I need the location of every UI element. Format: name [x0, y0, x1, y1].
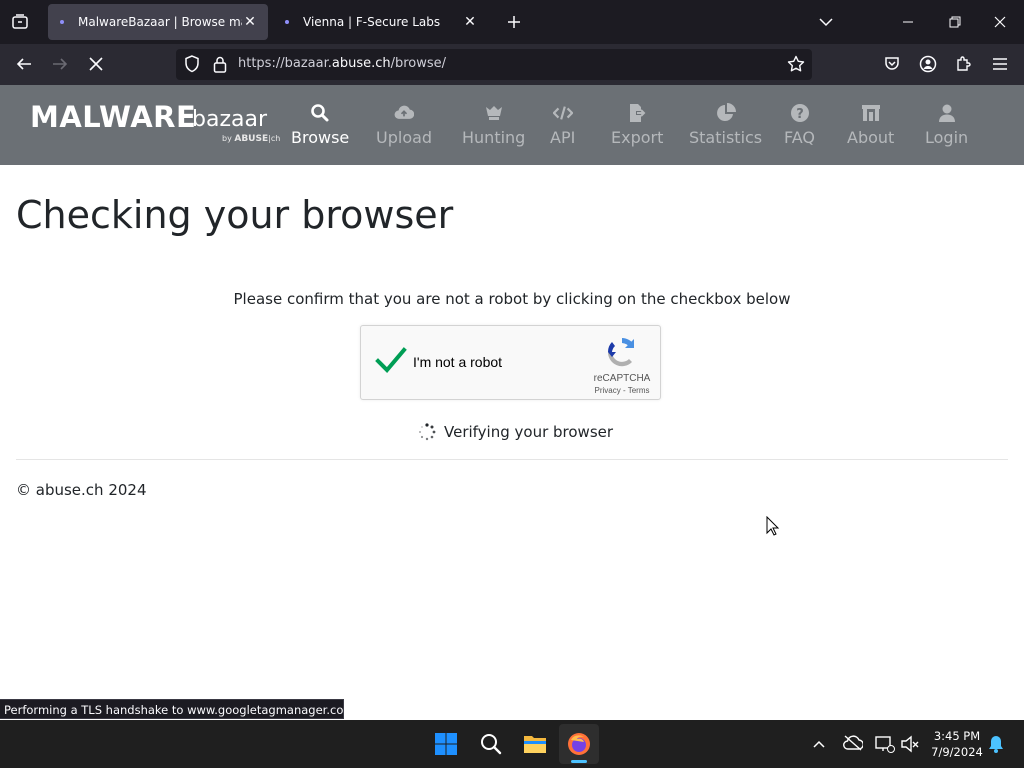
- captcha-instruction: Please confirm that you are not a robot …: [233, 290, 791, 308]
- url-prefix: https://bazaar.: [238, 56, 332, 71]
- nav-faq[interactable]: ? FAQ: [784, 103, 815, 147]
- tab-title: Vienna | F-Secure Labs: [303, 15, 441, 29]
- stop-loading-icon[interactable]: [86, 54, 106, 74]
- nav-api[interactable]: API: [550, 103, 575, 147]
- new-tab-icon[interactable]: [504, 12, 524, 32]
- back-icon[interactable]: [14, 54, 34, 74]
- recaptcha-brand: reCAPTCHA: [593, 373, 651, 384]
- network-icon[interactable]: [875, 735, 895, 753]
- search-icon: [311, 104, 329, 122]
- recaptcha-checkbox[interactable]: [375, 346, 409, 380]
- clock-time: 3:45 PM: [933, 729, 981, 743]
- volume-muted-icon[interactable]: [900, 735, 920, 753]
- active-app-indicator: [571, 760, 587, 763]
- cloud-offline-icon[interactable]: [843, 735, 864, 753]
- nav-hunting[interactable]: Hunting: [462, 103, 525, 147]
- pocket-icon[interactable]: [882, 54, 902, 74]
- nav-label: Browse: [291, 128, 350, 147]
- logo-ch-text: |ch: [268, 134, 281, 143]
- page-title: Checking your browser: [16, 193, 454, 237]
- tab-loading-icon: [285, 20, 289, 24]
- taskbar-search-icon[interactable]: [480, 733, 502, 755]
- logo-byline: by ABUSE|ch: [222, 134, 280, 144]
- pie-chart-icon: [716, 103, 736, 121]
- windows-start-icon[interactable]: [435, 733, 457, 755]
- browser-status-bar: Performing a TLS handshake to www.google…: [0, 699, 344, 719]
- close-window-icon[interactable]: [990, 12, 1010, 32]
- shield-icon[interactable]: [182, 54, 202, 74]
- restore-icon[interactable]: [945, 12, 965, 32]
- recaptcha-privacy-terms[interactable]: Privacy - Terms: [587, 386, 657, 395]
- close-tab-icon[interactable]: ✕: [462, 14, 478, 30]
- nav-label: API: [550, 128, 576, 147]
- spinner-icon: [419, 423, 436, 441]
- nav-statistics[interactable]: Statistics: [689, 103, 762, 147]
- bookmark-star-icon[interactable]: [786, 54, 806, 74]
- extensions-icon[interactable]: [954, 54, 974, 74]
- logo-malware[interactable]: MALWARE: [30, 100, 196, 134]
- account-icon[interactable]: [918, 54, 938, 74]
- logo-by-text: by: [222, 134, 232, 143]
- verifying-status: Verifying your browser: [418, 423, 613, 441]
- windows-taskbar: [0, 720, 1024, 768]
- verifying-text: Verifying your browser: [444, 423, 614, 441]
- logo-abuse-text: ABUSE: [234, 134, 269, 144]
- firefox-icon: [568, 733, 590, 755]
- recaptcha-logo-icon: [605, 335, 639, 369]
- user-icon: [938, 104, 955, 122]
- footer-copyright: © abuse.ch 2024: [16, 481, 147, 499]
- clock-date: 7/9/2024: [931, 745, 983, 759]
- taskbar-clock[interactable]: 3:45 PM 7/9/2024: [926, 728, 988, 760]
- taskbar-firefox-button[interactable]: [559, 724, 599, 764]
- list-all-tabs-icon[interactable]: [816, 12, 836, 32]
- code-icon: [552, 106, 573, 120]
- tab-vienna[interactable]: Vienna | F-Secure Labs ✕: [273, 4, 488, 40]
- tab-malwarebazaar[interactable]: MalwareBazaar | Browse malwa ✕: [48, 4, 268, 40]
- mouse-cursor-icon: [766, 515, 780, 536]
- forward-icon[interactable]: [50, 54, 70, 74]
- nav-browse[interactable]: Browse: [291, 103, 349, 147]
- checkmark-icon: [375, 347, 407, 373]
- nav-export[interactable]: Export: [611, 103, 663, 147]
- content-divider: [16, 459, 1008, 460]
- nav-upload[interactable]: Upload: [376, 103, 432, 147]
- file-explorer-icon[interactable]: [523, 733, 547, 755]
- notification-bell-icon[interactable]: [988, 735, 1006, 753]
- file-export-icon: [630, 104, 646, 122]
- hunting-icon: [485, 106, 502, 120]
- minimize-icon[interactable]: [898, 12, 918, 32]
- nav-about[interactable]: About: [847, 103, 894, 147]
- building-icon: [861, 105, 880, 121]
- tab-list-icon[interactable]: [10, 12, 30, 32]
- nav-label: Upload: [376, 128, 433, 147]
- tab-loading-icon: [60, 20, 64, 24]
- nav-label: About: [847, 128, 895, 147]
- nav-label: Login: [925, 128, 969, 147]
- question-icon: ?: [790, 104, 809, 122]
- recaptcha-label: I'm not a robot: [413, 354, 503, 370]
- show-hidden-icons-icon[interactable]: [812, 736, 828, 752]
- url-path: /browse/: [390, 56, 447, 71]
- lock-icon[interactable]: [210, 54, 230, 74]
- close-tab-icon[interactable]: ✕: [242, 14, 258, 30]
- logo-bazaar[interactable]: bazaar: [192, 107, 267, 132]
- tab-title: MalwareBazaar | Browse malwa: [78, 15, 242, 29]
- nav-login[interactable]: Login: [925, 103, 968, 147]
- nav-label: Hunting: [462, 128, 526, 147]
- url-domain: abuse.ch: [331, 56, 391, 71]
- nav-label: FAQ: [784, 128, 815, 147]
- svg-text:?: ?: [796, 107, 804, 122]
- nav-label: Export: [611, 128, 664, 147]
- recaptcha-widget[interactable]: I'm not a robot reCAPTCHA Privacy - Term…: [360, 325, 661, 400]
- nav-label: Statistics: [689, 128, 763, 147]
- url-text[interactable]: https://bazaar.abuse.ch/browse/: [238, 56, 446, 71]
- menu-hamburger-icon[interactable]: [990, 54, 1010, 74]
- cloud-upload-icon: [394, 105, 415, 119]
